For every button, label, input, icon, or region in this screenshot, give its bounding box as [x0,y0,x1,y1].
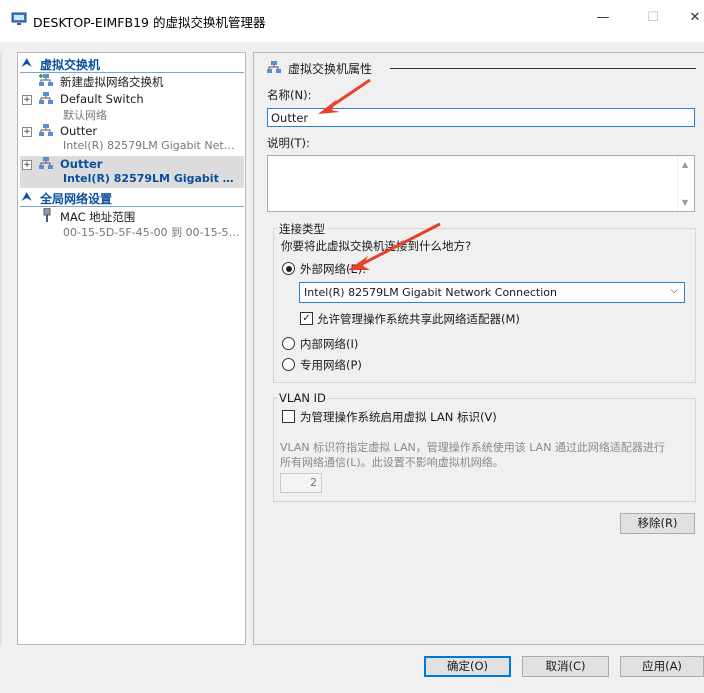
vlan-description-line2: 所有网络通信(L)。此设置不影响虚拟机网络。 [280,456,504,469]
switch-name: Outter [60,124,98,138]
new-switch-item[interactable]: 新建虚拟网络交换机 [20,73,244,90]
description-scrollbar[interactable]: ▲ ▼ [677,156,694,211]
network-switch-icon [39,157,53,169]
maximize-button[interactable]: ☐ [638,10,668,25]
vlan-enable-checkbox[interactable] [282,410,295,423]
vlan-enable-label[interactable]: 为管理操作系统启用虚拟 LAN 标识(V) [300,409,497,425]
properties-pane: 虚拟交换机属性 名称(N): Outter 说明(T): ▲ ▼ 连接类型 你要… [253,52,704,645]
window-title: DESKTOP-EIMFB19 的虚拟交换机管理器 [33,15,266,30]
section-title: 虚拟交换机 [40,58,101,72]
allow-share-label[interactable]: 允许管理操作系统共享此网络适配器(M) [317,311,520,327]
allow-share-checkbox[interactable]: ✓ [300,312,313,325]
switch-name: Outter [60,157,103,171]
switch-item-outter-selected[interactable]: + Outter Intel(R) 82579LM Gigabit Net... [20,156,244,188]
add-network-icon [39,74,53,86]
adapter-selected-value: Intel(R) 82579LM Gigabit Network Connect… [304,286,557,299]
external-network-label[interactable]: 外部网络(E): [300,261,366,277]
network-switch-icon [39,124,53,136]
switch-name: Default Switch [60,92,144,106]
mac-range-label: MAC 地址范围 [60,210,136,224]
switch-item-default[interactable]: + Default Switch 默认网络 [20,91,244,123]
expand-icon[interactable]: + [22,95,32,105]
apply-button[interactable]: 应用(A) [620,656,704,677]
plug-icon [43,208,51,222]
section-title: 全局网络设置 [40,192,113,206]
mac-range-item[interactable]: MAC 地址范围 00-15-5D-5F-45-00 到 00-15-5D-5.… [20,208,244,240]
vlan-title: VLAN ID [277,391,328,405]
internal-network-label[interactable]: 内部网络(I) [300,336,358,352]
scroll-up-icon[interactable]: ▲ [682,160,688,169]
left-edge [0,52,2,645]
name-label: 名称(N): [267,88,312,102]
close-button[interactable]: ✕ [680,10,704,25]
switch-subtitle: Intel(R) 82579LM Gigabit Net... [63,172,241,185]
header-divider [390,68,696,69]
section-global-settings[interactable]: ⮝ 全局网络设置 [20,189,244,207]
minimize-button[interactable]: — [588,10,618,25]
collapse-icon[interactable]: ⮝ [22,190,31,204]
connection-type-label: 连接类型 [277,221,327,237]
switch-tree-pane[interactable]: ⮝ 虚拟交换机 新建虚拟网络交换机 + Default Switch 默认网络 … [17,52,246,645]
section-virtual-switches[interactable]: ⮝ 虚拟交换机 [20,55,244,73]
network-switch-icon [267,61,281,73]
private-network-label[interactable]: 专用网络(P) [300,357,362,373]
properties-title: 虚拟交换机属性 [288,62,373,76]
properties-header: 虚拟交换机属性 [266,60,696,76]
vlan-description-line1: VLAN 标识符指定虚拟 LAN，管理操作系统使用该 LAN 通过此网络适配器进… [280,441,665,454]
cancel-button[interactable]: 取消(C) [522,656,609,677]
network-switch-icon [39,92,53,104]
scroll-down-icon[interactable]: ▼ [682,198,688,207]
switch-name-input[interactable]: Outter [267,108,695,127]
ok-button[interactable]: 确定(O) [424,656,511,677]
remove-button[interactable]: 移除(R) [620,513,695,534]
vlan-id-stepper[interactable]: 2 [280,473,322,493]
description-textarea[interactable]: ▲ ▼ [267,155,695,212]
expand-icon[interactable]: + [22,160,32,170]
collapse-icon[interactable]: ⮝ [22,56,31,70]
new-switch-label: 新建虚拟网络交换机 [60,75,164,89]
connection-question: 你要将此虚拟交换机连接到什么地方? [281,239,472,253]
chevron-down-icon[interactable]: ⌵ [670,285,678,296]
network-adapter-select[interactable]: Intel(R) 82579LM Gigabit Network Connect… [299,282,685,303]
switch-subtitle: Intel(R) 82579LM Gigabit Network ... [63,139,241,152]
switch-subtitle: 默认网络 [63,109,107,122]
private-network-radio[interactable] [282,358,295,371]
mac-range-value: 00-15-5D-5F-45-00 到 00-15-5D-5... [63,226,241,239]
title-bar: DESKTOP-EIMFB19 的虚拟交换机管理器 — ☐ ✕ [0,0,704,42]
switch-manager-icon [11,12,27,25]
switch-item-outter-1[interactable]: + Outter Intel(R) 82579LM Gigabit Networ… [20,123,244,155]
external-network-radio[interactable] [282,262,295,275]
description-label: 说明(T): [267,136,310,150]
internal-network-radio[interactable] [282,337,295,350]
expand-icon[interactable]: + [22,127,32,137]
